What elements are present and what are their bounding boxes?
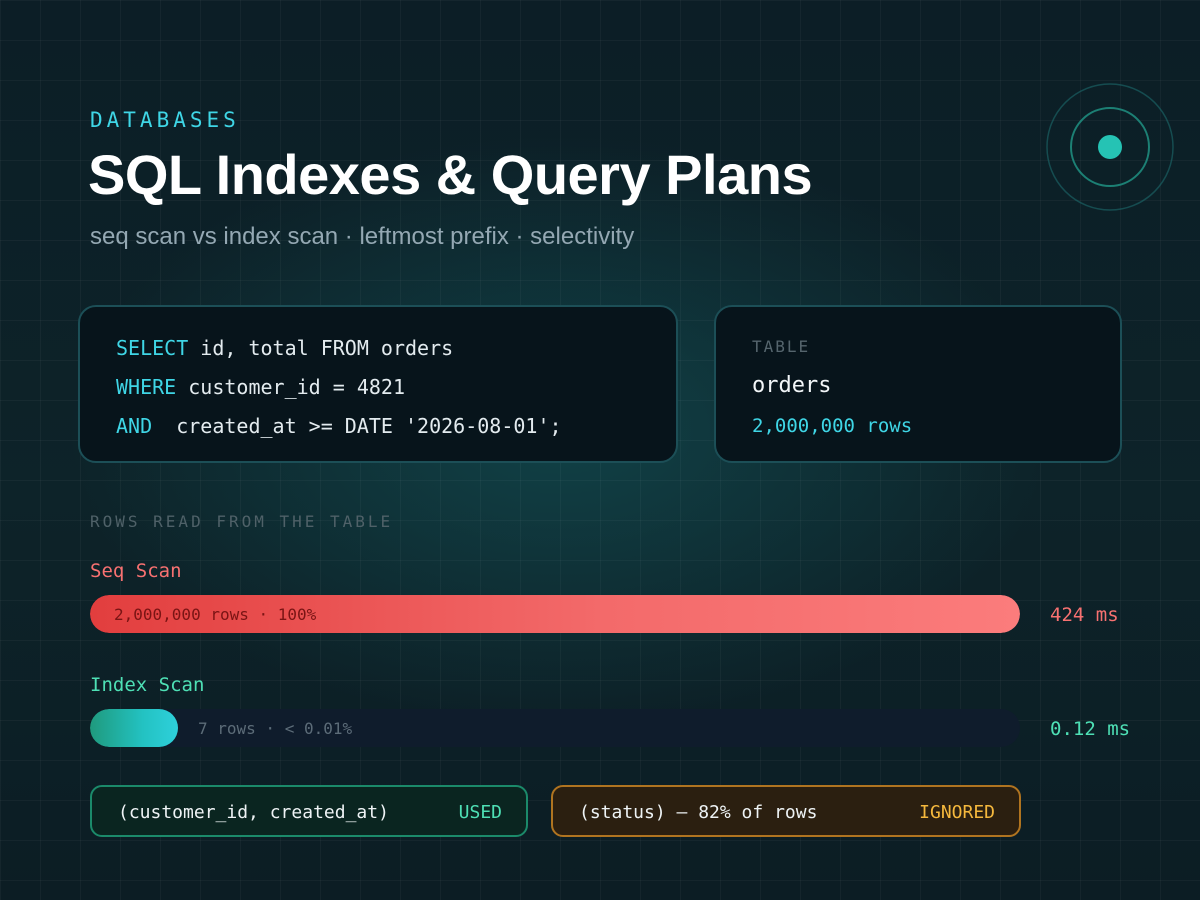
index-scan-bar-text: 7 rows · < 0.01%	[198, 719, 353, 738]
sql-text: id, total FROM orders	[188, 336, 454, 360]
table-row-count: 2,000,000 rows	[752, 415, 913, 437]
seq-scan-label: Seq Scan	[90, 560, 182, 582]
sql-line-where: WHERE customer_id = 4821	[116, 375, 405, 399]
index-name: (status) — 82% of rows	[579, 802, 818, 823]
rows-read-section-label: ROWS READ FROM THE TABLE	[90, 512, 394, 531]
page-title: SQL Indexes & Query Plans	[88, 143, 813, 206]
category-label: DATABASES	[90, 108, 240, 132]
seq-scan-time: 424 ms	[1050, 604, 1119, 626]
sql-line-select: SELECT id, total FROM orders	[116, 336, 453, 360]
sql-text: created_at >= DATE '2026-08-01';	[152, 414, 562, 438]
index-pill-ignored: (status) — 82% of rows IGNORED	[551, 785, 1021, 837]
sql-text: customer_id = 4821	[176, 375, 405, 399]
query-card: SELECT id, total FROM orders WHERE custo…	[78, 305, 678, 463]
index-scan-bar-fill	[90, 709, 178, 747]
table-name: orders	[752, 373, 832, 398]
index-status-badge: IGNORED	[919, 802, 995, 823]
index-scan-time: 0.12 ms	[1050, 718, 1131, 740]
index-pill-used: (customer_id, created_at) USED	[90, 785, 528, 837]
index-scan-label: Index Scan	[90, 674, 205, 696]
sql-line-and: AND created_at >= DATE '2026-08-01';	[116, 414, 562, 438]
radar-icon	[1046, 83, 1174, 211]
page-subtitle: seq scan vs index scan · leftmost prefix…	[90, 223, 635, 250]
seq-scan-bar-text: 2,000,000 rows · 100%	[114, 605, 317, 624]
table-label: TABLE	[752, 337, 811, 356]
sql-keyword: SELECT	[116, 336, 189, 360]
table-info-card: TABLE orders 2,000,000 rows	[714, 305, 1122, 463]
index-name: (customer_id, created_at)	[118, 802, 389, 823]
index-scan-bar: 7 rows · < 0.01%	[90, 709, 1020, 747]
sql-keyword: WHERE	[116, 375, 177, 399]
sql-keyword: AND	[116, 414, 153, 438]
index-status-badge: USED	[458, 802, 502, 823]
seq-scan-bar: 2,000,000 rows · 100%	[90, 595, 1020, 633]
